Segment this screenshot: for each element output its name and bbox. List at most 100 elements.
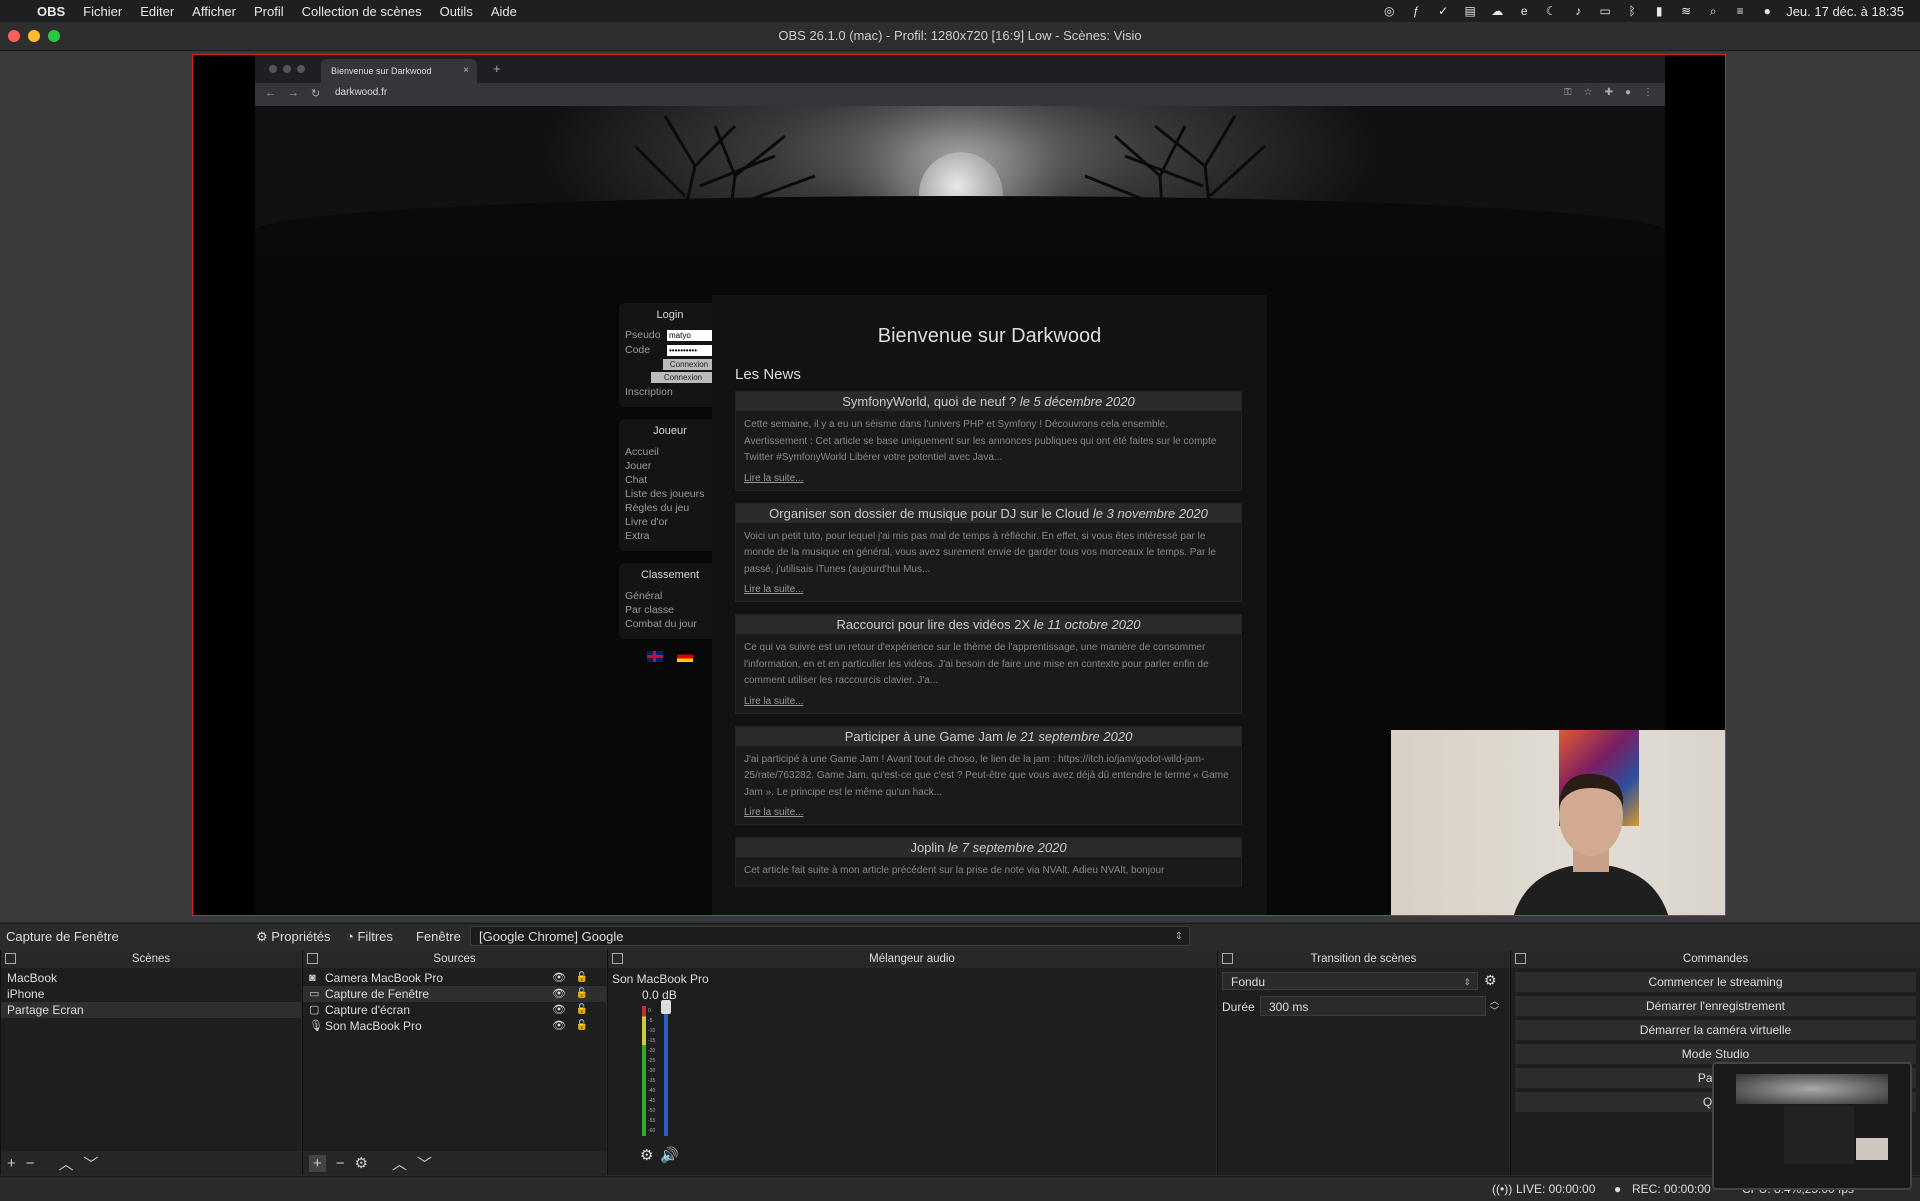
move-up-icon[interactable]: ︿ <box>59 1153 74 1174</box>
search-icon[interactable]: ⌕ <box>1705 4 1721 18</box>
read-more-link[interactable]: Lire la suite... <box>736 473 1241 490</box>
german-flag-icon[interactable] <box>677 651 693 662</box>
undock-icon[interactable] <box>307 953 318 964</box>
spinner-arrows-icon[interactable]: ︿ ﹀ <box>1490 996 1499 1016</box>
star-icon[interactable]: ☆ <box>1584 87 1593 98</box>
key-icon[interactable]: ⚿ <box>1564 87 1572 98</box>
battery-icon[interactable]: ▮ <box>1651 4 1667 18</box>
pseudo-input[interactable] <box>667 329 715 341</box>
profile-icon[interactable]: ● <box>1625 87 1631 98</box>
add-source-icon[interactable]: + <box>309 1154 326 1172</box>
volume-slider-track[interactable] <box>664 1006 668 1136</box>
source-item-selected[interactable]: ▭ Capture de Fenêtre 👁 🔓 <box>303 986 606 1002</box>
preview-canvas[interactable]: Bienvenue sur Darkwood × + ← → ↻ darkwoo… <box>192 54 1726 916</box>
menu-aide[interactable]: Aide <box>482 4 526 19</box>
uk-flag-icon[interactable] <box>647 651 663 662</box>
news-title[interactable]: Organiser son dossier de musique pour DJ… <box>769 506 1089 521</box>
start-virtual-camera-button[interactable]: Démarrer la caméra virtuelle <box>1515 1020 1916 1040</box>
edge-icon[interactable]: e <box>1516 4 1532 18</box>
volume-slider-handle[interactable] <box>661 1000 671 1014</box>
visibility-eye-icon[interactable]: 👁 <box>552 1018 566 1034</box>
cloud-icon[interactable]: ☁ <box>1489 4 1505 18</box>
screenshot-thumbnail[interactable] <box>1712 1062 1912 1190</box>
docker-icon[interactable]: ▤ <box>1462 4 1478 18</box>
checkmark-icon[interactable]: ✓ <box>1435 4 1451 18</box>
undock-icon[interactable] <box>612 953 623 964</box>
transition-settings-icon[interactable]: ⚙ <box>1484 972 1497 989</box>
source-item[interactable]: 🎙 Son MacBook Pro 👁 🔓 <box>303 1018 606 1034</box>
joueur-link[interactable]: Chat <box>625 473 715 487</box>
joueur-link[interactable]: Règles du jeu <box>625 501 715 515</box>
webcam-source[interactable] <box>1391 730 1725 915</box>
menubar-clock[interactable]: Jeu. 17 déc. à 18:35 <box>1786 4 1904 19</box>
lock-icon[interactable]: 🔓 <box>576 1018 588 1034</box>
volume-icon[interactable]: ♪ <box>1570 4 1586 18</box>
move-up-icon[interactable]: ︿ <box>392 1153 407 1174</box>
source-item[interactable]: ◙ Camera MacBook Pro 👁 🔓 <box>303 970 606 986</box>
extension-icon[interactable]: ✚ <box>1605 87 1613 98</box>
add-scene-icon[interactable]: + <box>7 1155 16 1172</box>
joueur-link[interactable]: Accueil <box>625 445 715 459</box>
visibility-eye-icon[interactable]: 👁 <box>552 1002 566 1018</box>
preview-area[interactable]: Bienvenue sur Darkwood × + ← → ↻ darkwoo… <box>0 51 1920 922</box>
undock-icon[interactable] <box>1222 953 1233 964</box>
inscription-link[interactable]: Inscription <box>625 385 715 399</box>
remove-scene-icon[interactable]: − <box>26 1155 35 1172</box>
joueur-link[interactable]: Livre d'or <box>625 515 715 529</box>
read-more-link[interactable]: Lire la suite... <box>736 584 1241 601</box>
mixer-settings-icon[interactable]: ⚙ <box>640 1146 653 1164</box>
reload-icon[interactable]: ↻ <box>311 87 320 100</box>
joueur-link[interactable]: Extra <box>625 529 715 543</box>
studio-mode-button[interactable]: Mode Studio <box>1515 1044 1916 1064</box>
undock-icon[interactable] <box>5 953 16 964</box>
joueur-link[interactable]: Jouer <box>625 459 715 473</box>
menu-fichier[interactable]: Fichier <box>74 4 131 19</box>
read-more-link[interactable]: Lire la suite... <box>736 807 1241 824</box>
obs-status-icon[interactable]: ◎ <box>1381 4 1397 18</box>
move-down-icon[interactable]: ﹀ <box>84 1153 99 1174</box>
window-select[interactable]: [Google Chrome] Google ⇕ <box>470 926 1190 946</box>
undock-icon[interactable] <box>1515 953 1526 964</box>
joueur-link[interactable]: Liste des joueurs <box>625 487 715 501</box>
menu-afficher[interactable]: Afficher <box>183 4 245 19</box>
bluetooth-icon[interactable]: ᛒ <box>1624 4 1640 18</box>
connexion-button[interactable]: Connexion <box>663 359 715 370</box>
news-title[interactable]: Raccourci pour lire des vidéos 2X <box>836 617 1030 632</box>
menu-editer[interactable]: Editer <box>131 4 183 19</box>
start-recording-button[interactable]: Démarrer l'enregistrement <box>1515 996 1916 1016</box>
menu-outils[interactable]: Outils <box>431 4 482 19</box>
menu-profil[interactable]: Profil <box>245 4 293 19</box>
keyboard-icon[interactable]: ▭ <box>1597 4 1613 18</box>
classement-link[interactable]: Par classe <box>625 603 715 617</box>
filters-button[interactable]: ◔ Filtres <box>346 929 393 944</box>
properties-button[interactable]: ⚙ Propriétés <box>256 929 331 945</box>
news-title[interactable]: Joplin <box>910 840 944 855</box>
menu-collection-scenes[interactable]: Collection de scènes <box>293 4 431 19</box>
source-settings-icon[interactable]: ⚙ <box>355 1154 368 1172</box>
move-down-icon[interactable]: ﹀ <box>417 1153 432 1174</box>
transition-select[interactable]: Fondu ⇕ <box>1222 972 1478 990</box>
lock-icon[interactable]: 🔓 <box>576 1002 588 1018</box>
more-icon[interactable]: ⋮ <box>1643 87 1653 98</box>
facebook-connexion-button[interactable]: Connexion <box>651 372 715 383</box>
moon-icon[interactable]: ☾ <box>1543 4 1559 18</box>
classement-link[interactable]: Combat du jour <box>625 617 715 631</box>
duration-spinbox[interactable]: 300 ms <box>1260 996 1486 1016</box>
classement-link[interactable]: Général <box>625 589 715 603</box>
news-title[interactable]: SymfonyWorld, quoi de neuf ? <box>842 394 1016 409</box>
news-title[interactable]: Participer à une Game Jam <box>845 729 1003 744</box>
remove-source-icon[interactable]: − <box>336 1155 345 1172</box>
speaker-icon[interactable]: 🔊 <box>660 1146 679 1164</box>
lock-icon[interactable]: 🔓 <box>576 986 588 1002</box>
scene-item[interactable]: MacBook <box>1 970 301 986</box>
close-tab-icon[interactable]: × <box>463 65 469 76</box>
text-icon[interactable]: ƒ <box>1408 4 1424 18</box>
new-tab-icon[interactable]: + <box>493 61 501 76</box>
start-streaming-button[interactable]: Commencer le streaming <box>1515 972 1916 992</box>
url-field[interactable]: darkwood.fr <box>335 87 387 98</box>
siri-icon[interactable]: ● <box>1759 4 1775 18</box>
wifi-icon[interactable]: ≋ <box>1678 4 1694 18</box>
code-input[interactable] <box>667 344 715 356</box>
scene-item[interactable]: iPhone <box>1 986 301 1002</box>
scene-item-selected[interactable]: Partage Ecran <box>1 1002 301 1018</box>
